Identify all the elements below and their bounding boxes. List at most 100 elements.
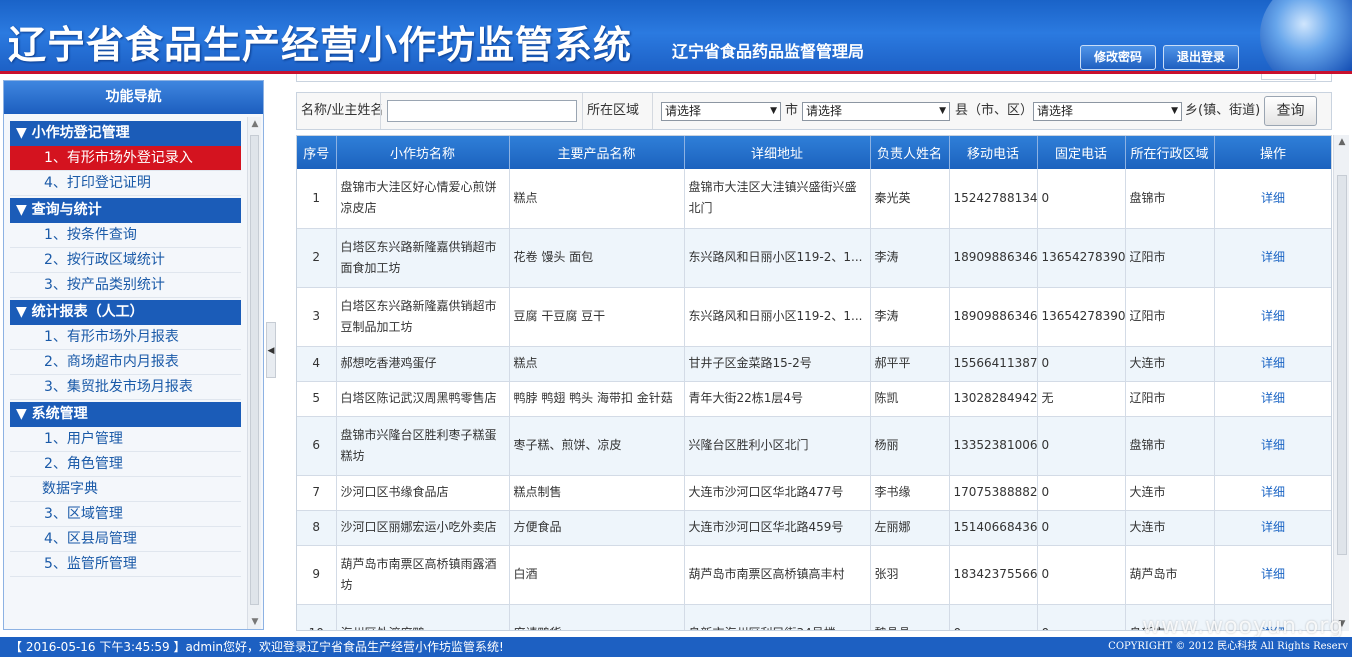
change-password-button[interactable]: 修改密码 xyxy=(1080,45,1156,70)
column-header[interactable]: 移动电话 xyxy=(949,136,1038,169)
detail-link[interactable]: 详细 xyxy=(1214,381,1331,417)
owner-name: 秦光英 xyxy=(870,169,950,229)
product-names: 府请鸭货 xyxy=(509,604,685,630)
town-label: 乡(镇、街道) xyxy=(1185,103,1261,118)
menu-group-reports[interactable]: ▼ 统计报表（人工） xyxy=(10,300,241,325)
table-row: 6 盘锦市兴隆台区胜利枣子糕蛋糕坊 枣子糕、煎饼、凉皮 兴隆台区胜利小区北门 杨… xyxy=(297,416,1331,476)
address: 盘锦市大洼区大洼镇兴盛街兴盛北门 xyxy=(684,169,871,229)
query-button[interactable]: 查询 xyxy=(1264,96,1317,126)
detail-link[interactable]: 详细 xyxy=(1214,287,1331,347)
menu-item-print-certificate[interactable]: 4、打印登记证明 xyxy=(10,171,241,196)
menu-item-supervision-offices[interactable]: 5、监管所管理 xyxy=(10,552,241,577)
city-select[interactable]: 请选择 ▼ xyxy=(802,102,950,121)
menu-item-offmarket-monthly[interactable]: 1、有形市场外月报表 xyxy=(10,325,241,350)
scroll-down-icon[interactable]: ▼ xyxy=(248,615,262,629)
workshop-name: 沙河口区丽娜宏运小吃外卖店 xyxy=(336,510,510,546)
name-input[interactable] xyxy=(387,100,577,122)
table-row: 2 白塔区东兴路新隆嘉供销超市面食加工坊 花卷 馒头 面包 东兴路风和日丽小区1… xyxy=(297,228,1331,288)
logout-button[interactable]: 退出登录 xyxy=(1163,45,1239,70)
mobile-phone: 18342375566 xyxy=(949,545,1038,605)
sidebar-scroll-thumb[interactable] xyxy=(250,135,259,605)
menu-item-offmarket-registration[interactable]: 1、有形市场外登记录入 xyxy=(10,146,241,171)
menu-item-query-by-condition[interactable]: 1、按条件查询 xyxy=(10,223,241,248)
menu-group-system[interactable]: ▼ 系统管理 xyxy=(10,402,241,427)
county-select[interactable]: 请选择 ▼ xyxy=(1033,102,1182,121)
city-label: 市 xyxy=(785,103,799,118)
app-header: 辽宁省食品生产经营小作坊监管系统 辽宁省食品药品监督管理局 修改密码 退出登录 xyxy=(0,0,1352,74)
menu-item-stats-by-product[interactable]: 3、按产品类别统计 xyxy=(10,273,241,298)
collapse-sidebar-icon[interactable]: ◀ xyxy=(266,322,276,378)
admin-region: 大连市 xyxy=(1125,346,1215,382)
detail-link[interactable]: 详细 xyxy=(1214,510,1331,546)
detail-link[interactable]: 详细 xyxy=(1214,228,1331,288)
admin-region: 辽阳市 xyxy=(1125,228,1215,288)
column-header[interactable]: 序号 xyxy=(297,136,337,169)
admin-region: 大连市 xyxy=(1125,510,1215,546)
product-names: 鸭脖 鸭翅 鸭头 海带扣 金针菇 xyxy=(509,381,685,417)
landline-phone: 0 xyxy=(1037,604,1126,630)
city-select-value: 请选择 xyxy=(806,104,843,118)
menu-item-stats-by-region[interactable]: 2、按行政区域统计 xyxy=(10,248,241,273)
owner-name: 张羽 xyxy=(870,545,950,605)
dropdown-arrow-icon: ▼ xyxy=(939,106,946,116)
login-status: 【 2016-05-16 下午3:45:59 】admin您好，欢迎登录辽宁省食… xyxy=(10,640,504,654)
admin-region: 盘锦市 xyxy=(1125,169,1215,229)
admin-region: 葫芦岛市 xyxy=(1125,545,1215,605)
mobile-phone: 18909886346 xyxy=(949,228,1038,288)
column-header[interactable]: 主要产品名称 xyxy=(509,136,685,169)
product-names: 方便食品 xyxy=(509,510,685,546)
menu-item-users[interactable]: 1、用户管理 xyxy=(10,427,241,452)
detail-link[interactable]: 详细 xyxy=(1214,545,1331,605)
menu-item-roles[interactable]: 2、角色管理 xyxy=(10,452,241,477)
product-names: 糕点 xyxy=(509,169,685,229)
table-scrollbar[interactable]: ▲ ▼ xyxy=(1333,135,1349,631)
scroll-up-icon[interactable]: ▲ xyxy=(248,117,262,131)
copyright: COPYRIGHT © 2012 民心科技 All Rights Reserv xyxy=(1108,641,1348,652)
table-row: 4 郝想吃香港鸡蛋仔 糕点 甘井子区金菜路15-2号 郝平平 155664113… xyxy=(297,346,1331,382)
table-row: 1 盘锦市大洼区好心情爱心煎饼凉皮店 糕点 盘锦市大洼区大洼镇兴盛街兴盛北门 秦… xyxy=(297,169,1331,229)
product-names: 白酒 xyxy=(509,545,685,605)
detail-link[interactable]: 详细 xyxy=(1214,169,1331,229)
column-header[interactable]: 操作 xyxy=(1214,136,1331,169)
product-names: 糕点制售 xyxy=(509,475,685,511)
column-header[interactable]: 小作坊名称 xyxy=(336,136,510,169)
column-header[interactable]: 详细地址 xyxy=(684,136,871,169)
owner-name: 李涛 xyxy=(870,228,950,288)
mobile-phone: 15140668436 xyxy=(949,510,1038,546)
column-header[interactable]: 所在行政区域 xyxy=(1125,136,1215,169)
mobile-phone: 13352381006 xyxy=(949,416,1038,476)
menu-item-county-bureaus[interactable]: 4、区县局管理 xyxy=(10,527,241,552)
detail-link[interactable]: 详细 xyxy=(1214,416,1331,476)
mobile-phone: 18909886346 xyxy=(949,287,1038,347)
menu-group-registration[interactable]: ▼ 小作坊登记管理 xyxy=(10,121,241,146)
menu-item-wholesale-monthly[interactable]: 3、集贸批发市场月报表 xyxy=(10,375,241,400)
menu-group-query-stats[interactable]: ▼ 查询与统计 xyxy=(10,198,241,223)
owner-name: 陈凯 xyxy=(870,381,950,417)
detail-link[interactable]: 详细 xyxy=(1214,475,1331,511)
column-header[interactable]: 固定电话 xyxy=(1037,136,1126,169)
mobile-phone: 0 xyxy=(949,604,1038,630)
menu-item-dictionary[interactable]: 数据字典 xyxy=(10,477,241,502)
menu-item-regions[interactable]: 3、区域管理 xyxy=(10,502,241,527)
county-label: 县（市、区） xyxy=(955,103,1034,118)
owner-name: 李涛 xyxy=(870,287,950,347)
address: 大连市沙河口区华北路459号 xyxy=(684,510,871,546)
menu-item-supermarket-monthly[interactable]: 2、商场超市内月报表 xyxy=(10,350,241,375)
status-bar: 【 2016-05-16 下午3:45:59 】admin您好，欢迎登录辽宁省食… xyxy=(0,637,1352,657)
landline-phone: 0 xyxy=(1037,475,1126,511)
dropdown-arrow-icon: ▼ xyxy=(1171,106,1178,116)
table-scroll-thumb[interactable] xyxy=(1337,175,1347,555)
province-select[interactable]: 请选择 ▼ xyxy=(661,102,781,121)
table-row: 7 沙河口区书缘食品店 糕点制售 大连市沙河口区华北路477号 李书缘 1707… xyxy=(297,475,1331,511)
county-select-value: 请选择 xyxy=(1037,104,1074,118)
row-index: 5 xyxy=(297,381,337,417)
scroll-up-icon[interactable]: ▲ xyxy=(1334,135,1350,149)
divider xyxy=(380,93,381,129)
detail-link[interactable]: 详细 xyxy=(1214,346,1331,382)
column-header[interactable]: 负责人姓名 xyxy=(870,136,950,169)
sidebar-scrollbar[interactable]: ▲ ▼ xyxy=(247,117,261,629)
table-row: 8 沙河口区丽娜宏运小吃外卖店 方便食品 大连市沙河口区华北路459号 左丽娜 … xyxy=(297,510,1331,546)
product-names: 糕点 xyxy=(509,346,685,382)
address: 青年大街22栋1层4号 xyxy=(684,381,871,417)
workshop-name: 盘锦市大洼区好心情爱心煎饼凉皮店 xyxy=(336,169,510,229)
